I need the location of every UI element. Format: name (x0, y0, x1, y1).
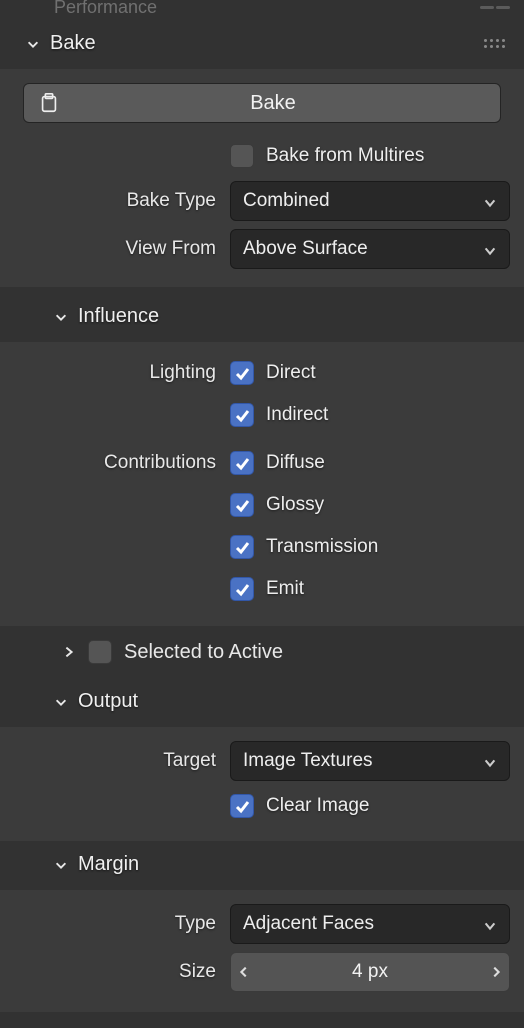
view-from-label: View From (14, 238, 230, 260)
bake-type-dropdown[interactable]: Combined (230, 181, 510, 221)
clear-image-checkbox[interactable] (230, 794, 254, 818)
selected-to-active-label: Selected to Active (124, 641, 283, 664)
chevron-down-icon (483, 917, 497, 931)
chevron-right-icon (62, 645, 76, 659)
contrib-diffuse-label: Diffuse (266, 452, 325, 474)
section-header-bake[interactable]: Bake (0, 14, 524, 69)
margin-size-field[interactable]: 4 px (230, 952, 510, 992)
output-body: Target Image Textures Clear Image (0, 727, 524, 841)
lighting-indirect-label: Indirect (266, 404, 328, 426)
decrement-button[interactable] (231, 953, 257, 991)
contrib-transmission-label: Transmission (266, 536, 378, 558)
chevron-down-icon (483, 754, 497, 768)
section-title-output: Output (78, 690, 138, 713)
bake-icon (38, 92, 60, 114)
section-title-influence: Influence (78, 305, 159, 328)
target-dropdown[interactable]: Image Textures (230, 741, 510, 781)
chevron-down-icon (483, 194, 497, 208)
section-header-margin[interactable]: Margin (0, 841, 524, 890)
lighting-direct-checkbox[interactable] (230, 361, 254, 385)
margin-size-value[interactable]: 4 px (257, 953, 483, 991)
bake-type-value: Combined (243, 190, 483, 212)
contrib-emit-checkbox[interactable] (230, 577, 254, 601)
view-from-value: Above Surface (243, 238, 483, 260)
section-title-margin: Margin (78, 853, 139, 876)
prev-section-title: Performance (54, 0, 157, 18)
contrib-glossy-label: Glossy (266, 494, 324, 516)
section-header-output[interactable]: Output (0, 678, 524, 727)
chevron-down-icon (54, 695, 68, 709)
properties-panel: Performance Bake Bake (0, 0, 524, 1012)
chevron-down-icon (483, 242, 497, 256)
lighting-label: Lighting (14, 362, 230, 384)
bake-type-label: Bake Type (14, 190, 230, 212)
previous-section-performance[interactable]: Performance (0, 0, 524, 14)
margin-size-label: Size (14, 961, 230, 983)
bake-button-label: Bake (60, 92, 486, 115)
section-title-bake: Bake (50, 32, 96, 55)
selected-to-active-checkbox[interactable] (88, 640, 112, 664)
chevron-down-icon (54, 858, 68, 872)
margin-type-value: Adjacent Faces (243, 913, 483, 935)
bake-from-multires-label: Bake from Multires (266, 145, 424, 167)
bake-from-multires-checkbox[interactable] (230, 144, 254, 168)
target-value: Image Textures (243, 750, 483, 772)
presets-icon[interactable] (480, 1, 510, 13)
section-header-influence[interactable]: Influence (0, 287, 524, 342)
drag-handle-icon[interactable] (484, 37, 506, 51)
contributions-label: Contributions (14, 452, 230, 474)
influence-body: Lighting Direct Indirect Contributions D… (0, 342, 524, 626)
target-label: Target (14, 750, 230, 772)
section-header-selected-to-active[interactable]: Selected to Active (0, 626, 524, 678)
chevron-down-icon (54, 310, 68, 324)
bake-body: Bake Bake from Multires Bake Type Combin… (0, 69, 524, 287)
margin-type-dropdown[interactable]: Adjacent Faces (230, 904, 510, 944)
contrib-diffuse-checkbox[interactable] (230, 451, 254, 475)
contrib-emit-label: Emit (266, 578, 304, 600)
increment-button[interactable] (483, 953, 509, 991)
contrib-transmission-checkbox[interactable] (230, 535, 254, 559)
bake-button[interactable]: Bake (23, 83, 501, 123)
chevron-down-icon (26, 37, 40, 51)
view-from-dropdown[interactable]: Above Surface (230, 229, 510, 269)
margin-body: Type Adjacent Faces Size 4 px (0, 890, 524, 1012)
lighting-direct-label: Direct (266, 362, 316, 384)
contrib-glossy-checkbox[interactable] (230, 493, 254, 517)
lighting-indirect-checkbox[interactable] (230, 403, 254, 427)
margin-type-label: Type (14, 913, 230, 935)
clear-image-label: Clear Image (266, 795, 370, 817)
